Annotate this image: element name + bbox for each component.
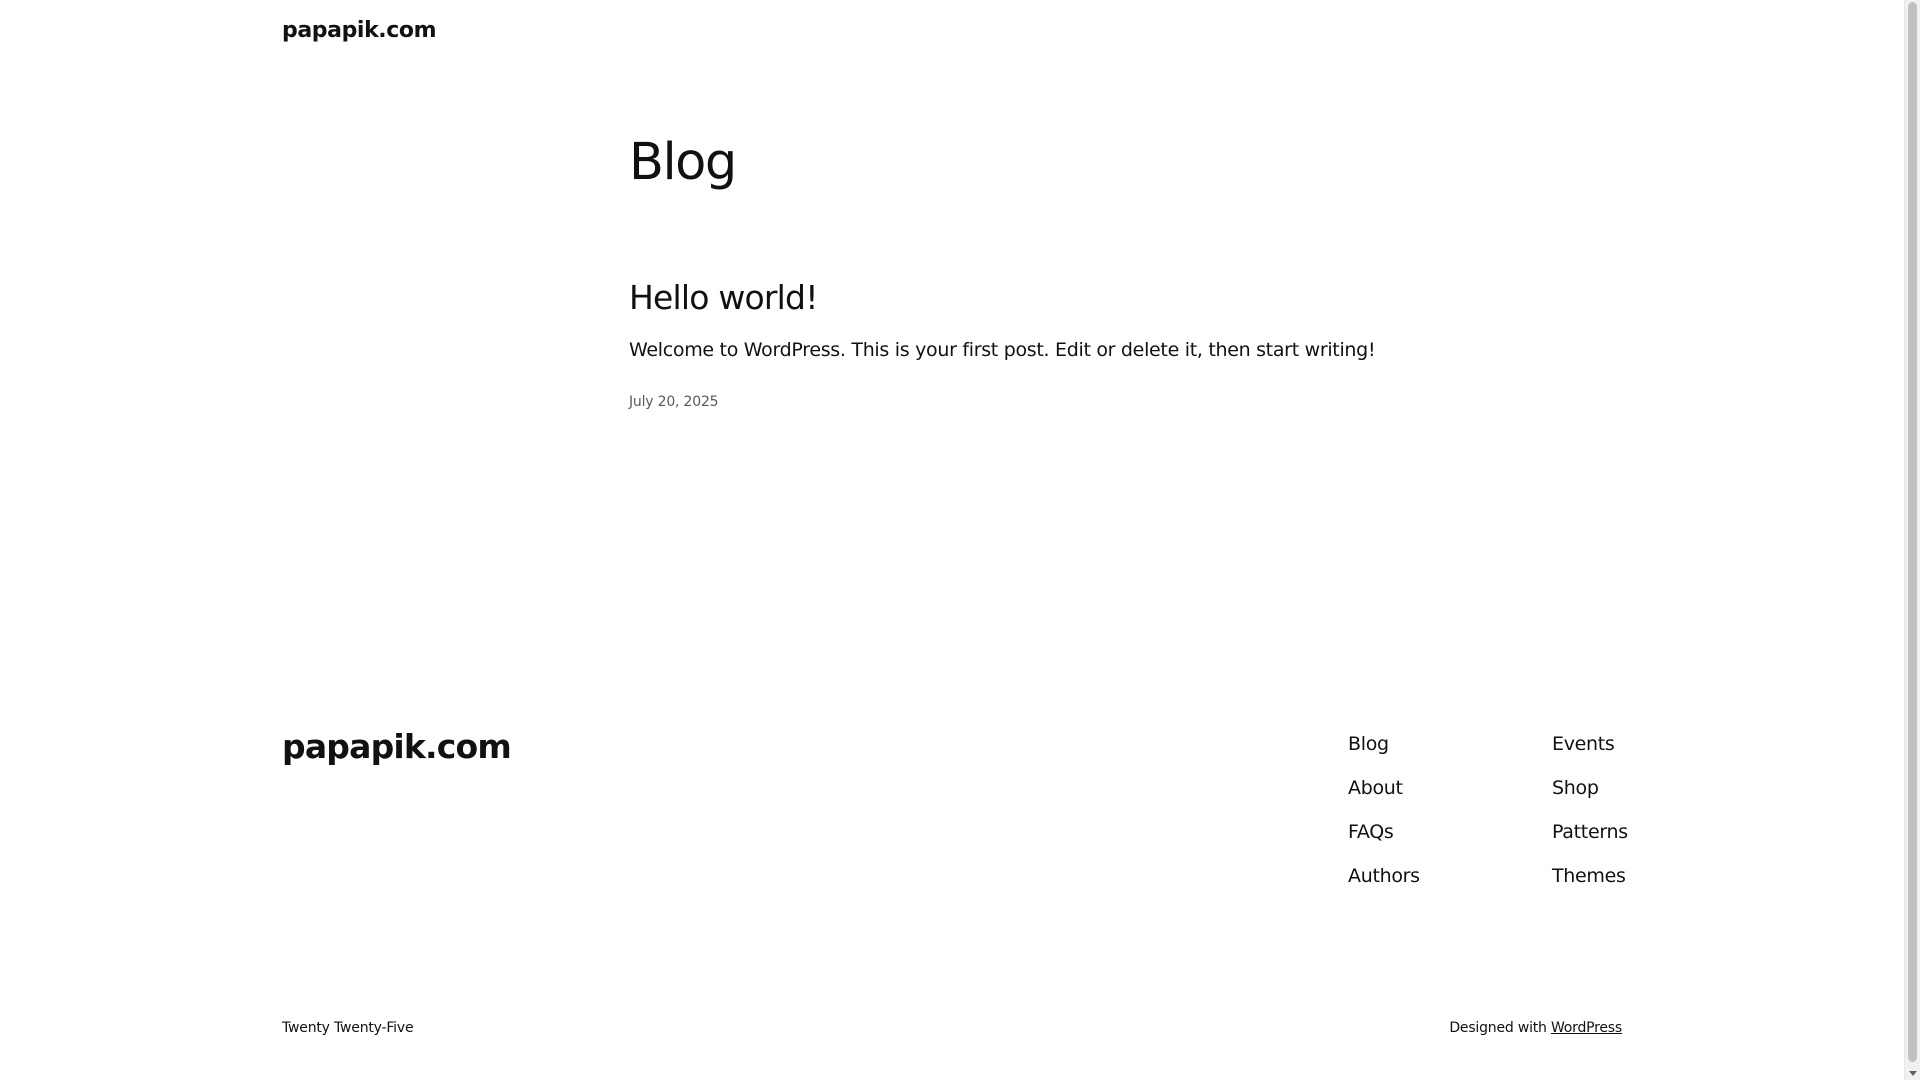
footer-nav-blog[interactable]: Blog [1348,733,1420,755]
footer-wordpress-link[interactable]: WordPress [1551,1020,1622,1036]
footer-site-title-link[interactable]: papapik.com [282,727,512,766]
vertical-scrollbar[interactable] [1904,0,1920,1080]
post-title-link[interactable]: Hello world! [629,278,818,318]
footer-credit-prefix: Designed with [1449,1020,1551,1036]
footer-credit: Designed with WordPress [1449,1020,1622,1036]
footer-nav-patterns[interactable]: Patterns [1552,821,1628,843]
footer-nav-authors[interactable]: Authors [1348,865,1420,887]
footer-nav-events[interactable]: Events [1552,733,1628,755]
footer-nav-column-1: Blog About FAQs Authors [1348,733,1420,887]
post-date[interactable]: July 20, 2025 [629,394,719,410]
scroll-down-arrow-icon[interactable] [1909,1071,1917,1076]
header-site-title-link[interactable]: papapik.com [282,18,437,43]
footer-theme-name: Twenty Twenty-Five [282,1020,414,1036]
scrollbar-thumb[interactable] [1908,2,1917,1062]
footer-nav-shop[interactable]: Shop [1552,777,1628,799]
post-excerpt: Welcome to WordPress. This is your first… [629,339,1376,361]
footer-nav-faqs[interactable]: FAQs [1348,821,1420,843]
page-title: Blog [629,133,737,192]
footer-nav-themes[interactable]: Themes [1552,865,1628,887]
page: papapik.com Blog Hello world! Welcome to… [0,0,1904,1080]
footer-nav-about[interactable]: About [1348,777,1420,799]
footer-nav-column-2: Events Shop Patterns Themes [1552,733,1628,887]
